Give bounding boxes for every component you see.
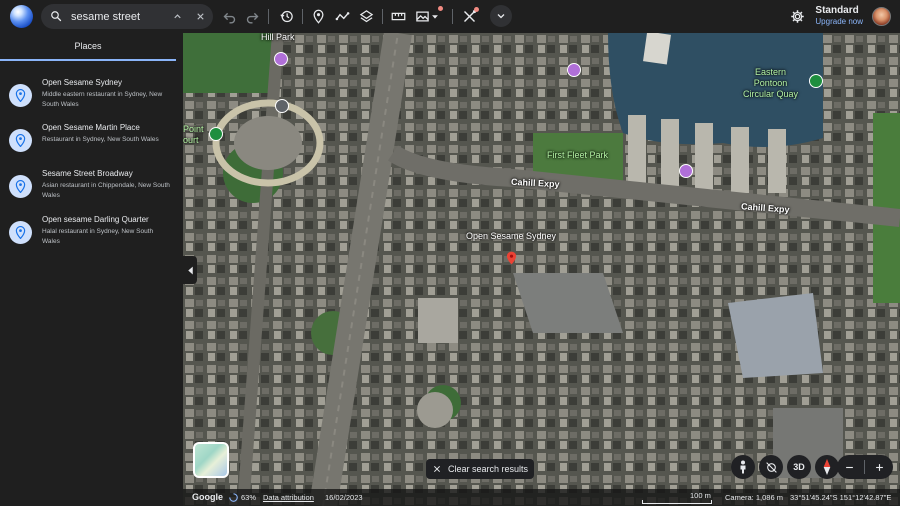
loading-icon [229, 493, 238, 502]
map-label-eastern-pontoon: Eastern Pontoon Circular Quay [743, 67, 799, 99]
notification-dot [438, 6, 443, 11]
close-icon [433, 465, 441, 473]
satellite-imagery [183, 33, 900, 506]
poi-marker[interactable] [274, 52, 288, 66]
scale-label: 100 m [690, 491, 711, 500]
ruler-icon[interactable] [390, 8, 406, 24]
map-pin-icon [9, 129, 32, 152]
zoom-out-icon[interactable] [845, 463, 854, 472]
camera-altitude: Camera: 1,086 m [725, 493, 783, 502]
map-view[interactable]: Hill Park Eastern Pontoon Circular Quay … [183, 33, 900, 506]
search-input[interactable] [71, 8, 171, 25]
close-icon[interactable] [195, 11, 206, 22]
google-earth-app: Standard Upgrade now Places Open Sesame … [0, 0, 900, 506]
place-name: Open Sesame Sydney [42, 78, 123, 87]
data-attribution-link[interactable]: Data attribution [263, 493, 314, 502]
sidebar: Places Open Sesame Sydney Middle eastern… [0, 33, 183, 506]
plan-label: Standard [815, 5, 859, 16]
toolbar-divider [382, 9, 383, 24]
toolbar-divider [302, 9, 303, 24]
upgrade-link[interactable]: Upgrade now [815, 17, 863, 26]
poi-marker[interactable] [567, 63, 581, 77]
layers-icon[interactable] [358, 8, 374, 24]
image-icon[interactable] [414, 8, 430, 24]
search-box [41, 4, 213, 29]
map-label-open-sesame: Open Sesame Sydney [466, 231, 557, 241]
map-pin-icon [9, 175, 32, 198]
search-icon[interactable] [50, 10, 62, 22]
chevron-up-icon[interactable] [172, 11, 183, 22]
place-description: Halal restaurant in Sydney, New South Wa… [42, 228, 154, 245]
map-pin-icon [9, 221, 32, 244]
place-name: Open sesame Darling Quarter [42, 215, 149, 224]
place-description: Asian restaurant in Chippendale, New Sou… [42, 182, 170, 199]
clear-search-label: Clear search results [448, 464, 529, 474]
history-icon[interactable] [278, 8, 294, 24]
map-label-point: Point [183, 124, 204, 134]
earth-logo-icon[interactable] [10, 5, 33, 28]
pin-icon[interactable] [310, 8, 326, 24]
map-style-thumbnail[interactable] [193, 442, 229, 478]
poi-marker[interactable] [679, 164, 693, 178]
top-toolbar: Standard Upgrade now [0, 0, 900, 33]
map-status-bar: Google 63% Data attribution 16/02/2023 1… [183, 489, 900, 506]
path-icon[interactable] [334, 8, 350, 24]
gear-icon[interactable] [789, 8, 805, 24]
imagery-date: 16/02/2023 [325, 493, 363, 502]
3d-toggle-button[interactable]: 3D [787, 455, 811, 479]
toolbar-divider [452, 9, 453, 24]
place-item[interactable]: Sesame Street Broadway Asian restaurant … [0, 165, 176, 209]
undo-icon[interactable] [221, 8, 237, 24]
compass-icon[interactable] [815, 455, 839, 479]
loading-percent: 63% [241, 493, 257, 502]
clear-search-results-button[interactable]: Clear search results [426, 459, 534, 479]
redo-icon[interactable] [244, 8, 260, 24]
selected-place-marker[interactable] [506, 251, 517, 265]
place-name: Sesame Street Broadway [42, 169, 133, 178]
tab-underline [0, 59, 176, 61]
place-item[interactable]: Open Sesame Martin Place Restaurant in S… [0, 119, 176, 163]
pegman-icon[interactable] [731, 455, 755, 479]
zoom-divider [864, 460, 865, 474]
zoom-in-icon[interactable] [875, 463, 884, 472]
map-label-first-fleet-park: First Fleet Park [547, 150, 609, 160]
map-pin-icon [9, 84, 32, 107]
notification-dot [474, 7, 479, 12]
expand-icon[interactable] [490, 5, 512, 27]
poi-marker[interactable] [209, 127, 223, 141]
poi-marker[interactable] [275, 99, 289, 113]
collapse-sidebar-button[interactable] [183, 256, 197, 284]
place-item[interactable]: Open Sesame Sydney Middle eastern restau… [0, 74, 176, 118]
coordinates: 33°51'45.24"S 151°12'42.87"E [790, 493, 892, 502]
tab-places[interactable]: Places [0, 33, 176, 61]
toolbar-divider [268, 9, 269, 24]
place-description: Middle eastern restaurant in Sydney, New… [42, 91, 163, 108]
map-label-court: ourt [183, 135, 199, 145]
zoom-control [837, 455, 893, 479]
map-label-hill-park: Hill Park [261, 33, 295, 42]
scale-bar [642, 500, 712, 504]
google-logo: Google [192, 492, 223, 502]
place-description: Restaurant in Sydney, New South Wales [42, 136, 159, 143]
poi-marker[interactable] [809, 74, 823, 88]
tilt-toggle-icon[interactable] [759, 455, 783, 479]
place-name: Open Sesame Martin Place [42, 123, 140, 132]
avatar[interactable] [872, 7, 891, 26]
account-plan: Standard Upgrade now [815, 5, 863, 26]
place-item[interactable]: Open sesame Darling Quarter Halal restau… [0, 211, 176, 255]
